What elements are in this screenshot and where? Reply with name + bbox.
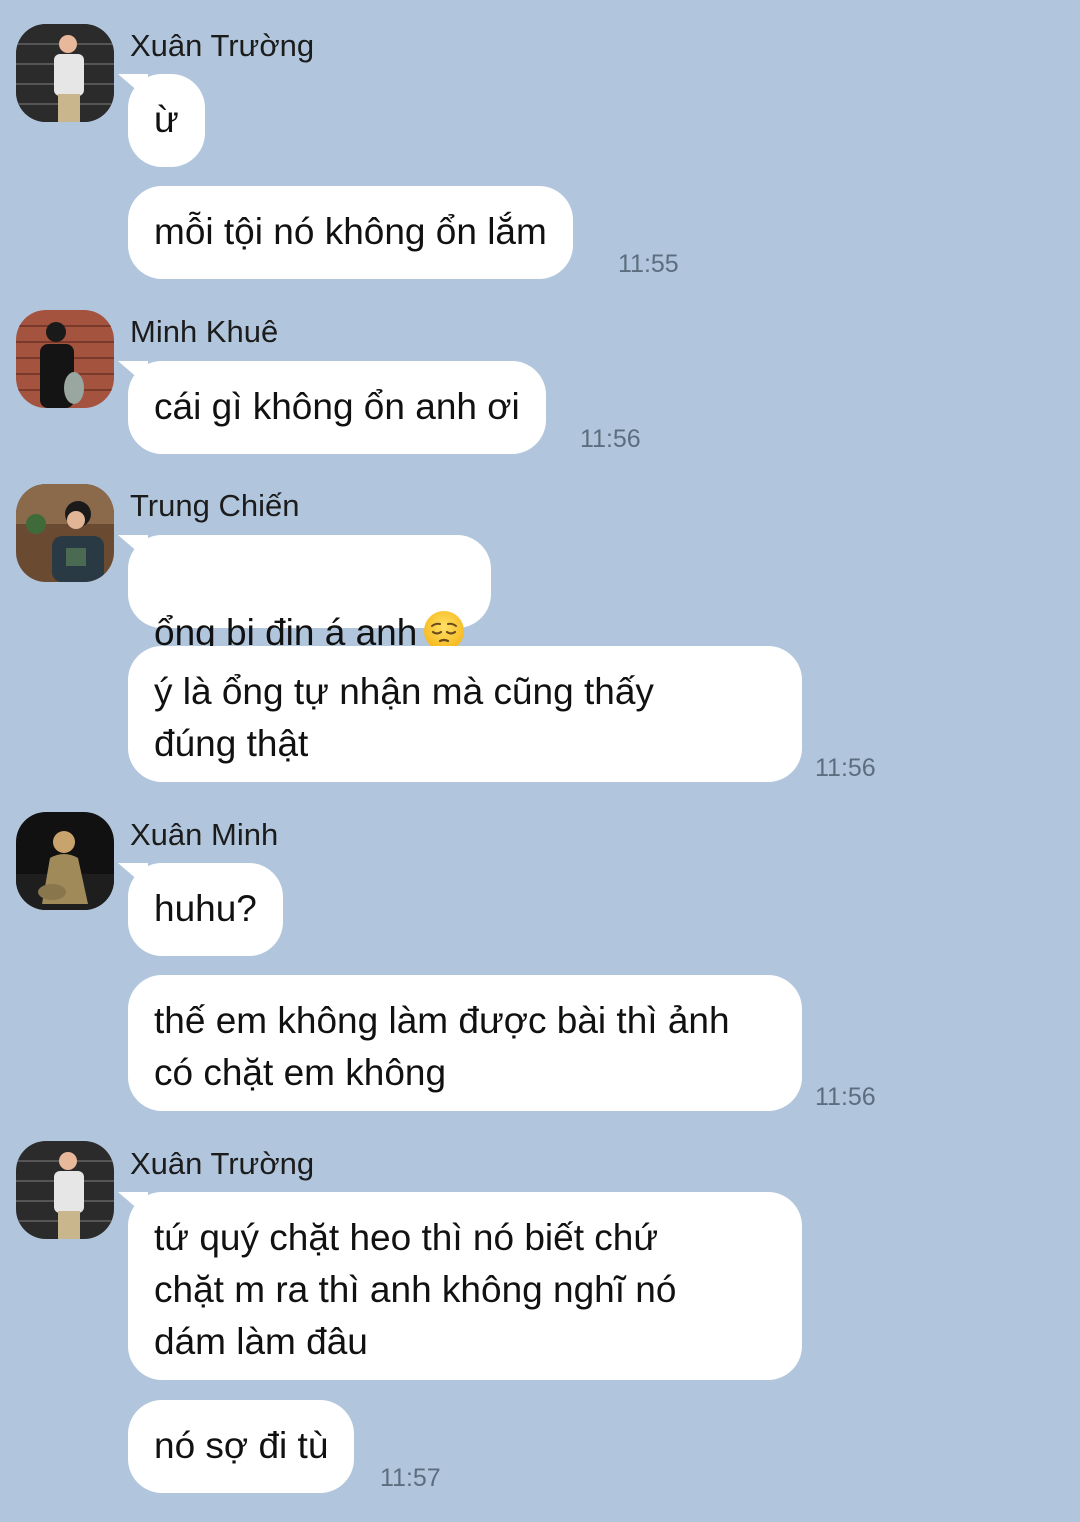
message-bubble[interactable]: ổng bị đin á anh	[128, 535, 492, 653]
avatar-trung-chien-icon	[16, 484, 114, 582]
sender-name: Minh Khuê	[130, 314, 279, 349]
avatar[interactable]	[16, 24, 114, 122]
message-bubble[interactable]: mỗi tội nó không ổn lắm	[128, 186, 573, 279]
message-bubble[interactable]: ừ	[128, 74, 205, 167]
sender-name: Xuân Trường	[130, 28, 315, 63]
sender-name: Xuân Minh	[130, 817, 279, 852]
avatar[interactable]	[16, 310, 114, 408]
avatar-xuan-truong-icon	[16, 24, 114, 122]
message-bubble[interactable]: huhu?	[128, 863, 283, 956]
message-bubble[interactable]: nó sợ đi tù	[128, 1400, 355, 1493]
sender-name: Trung Chiến	[130, 488, 300, 523]
message-timestamp: 11:56	[815, 754, 876, 782]
message-timestamp: 11:56	[815, 1083, 876, 1111]
avatar[interactable]	[16, 1141, 114, 1239]
avatar-minh-khue-icon	[16, 310, 114, 408]
message-timestamp: 11:57	[380, 1464, 441, 1492]
avatar-xuan-minh-icon	[16, 812, 114, 910]
avatar-xuan-truong-icon	[16, 1141, 114, 1239]
message-timestamp: 11:56	[580, 425, 641, 453]
message-bubble[interactable]: tứ quý chặt heo thì nó biết chứ chặt m r…	[128, 1192, 802, 1380]
message-bubble[interactable]: ý là ổng tự nhận mà cũng thấy đúng thật	[128, 646, 802, 782]
message-bubble[interactable]: cái gì không ổn anh ơi	[128, 361, 546, 454]
avatar[interactable]	[16, 812, 114, 910]
message-timestamp: 11:55	[618, 250, 679, 278]
message-bubble[interactable]: thế em không làm được bài thì ảnh có chặ…	[128, 975, 802, 1111]
sender-name: Xuân Trường	[130, 1146, 315, 1181]
avatar[interactable]	[16, 484, 114, 582]
